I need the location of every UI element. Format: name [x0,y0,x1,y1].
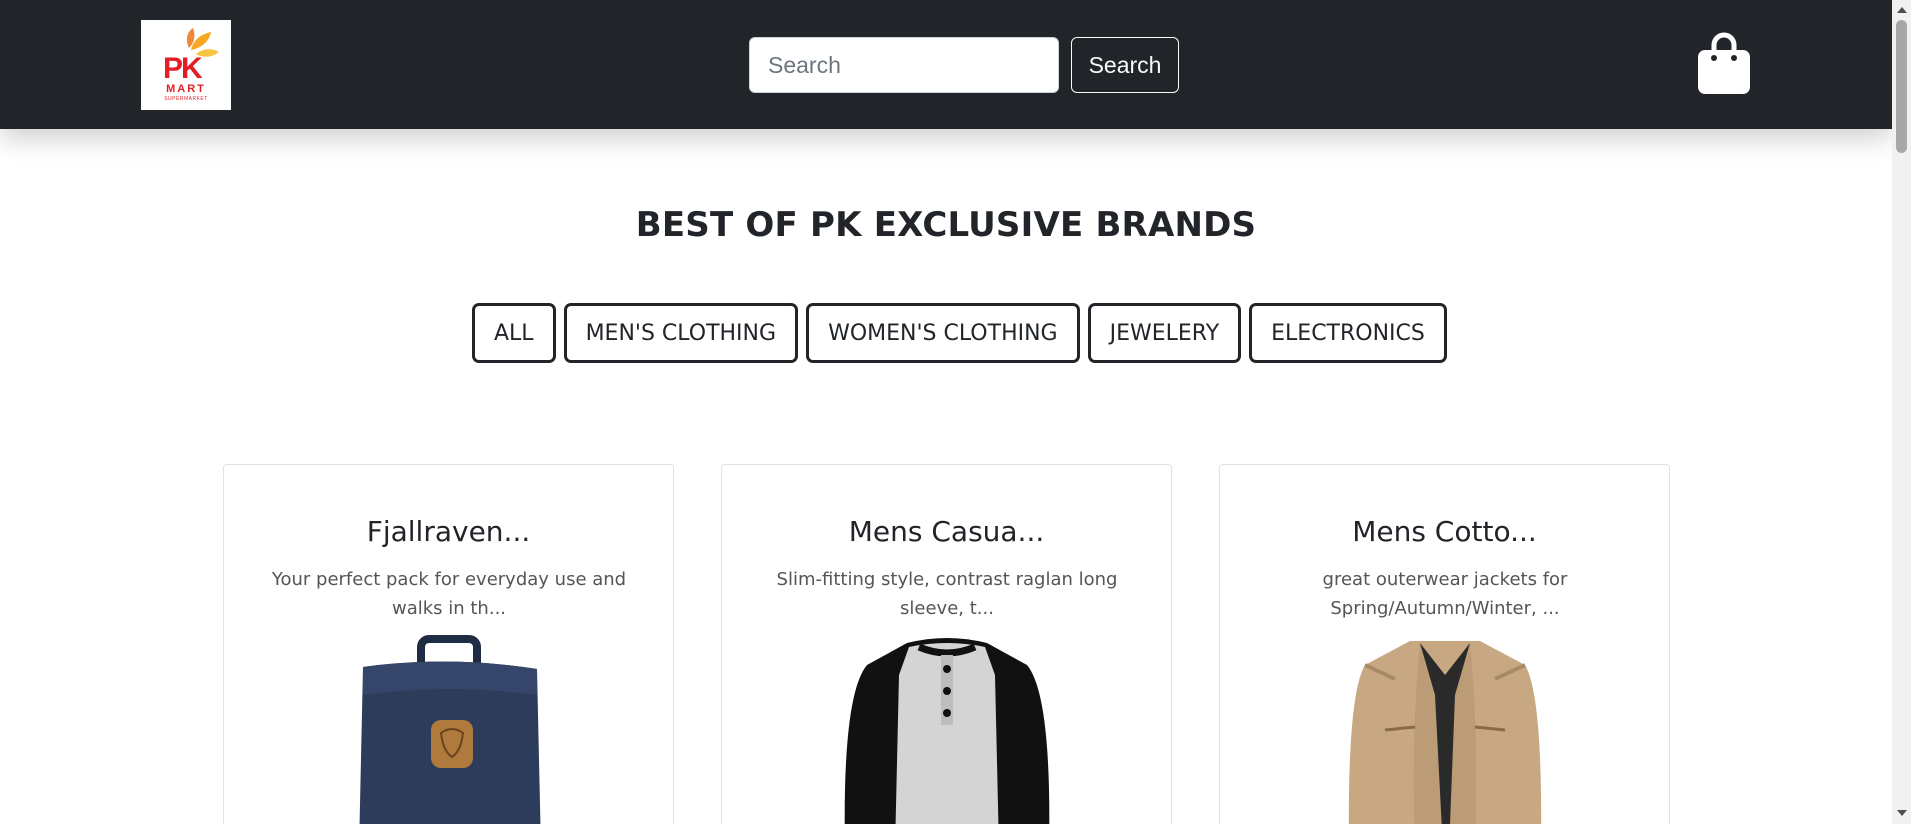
svg-text:P: P [163,52,183,85]
scroll-up-icon[interactable] [1897,7,1907,13]
brand-logo[interactable]: P K MART SUPERMARKET [141,20,231,110]
pk-mart-logo-icon: P K MART SUPERMARKET [163,28,219,102]
product-description: great outerwear jackets for Spring/Autum… [1322,569,1568,619]
filter-jewelery-button[interactable]: JEWELERY [1087,303,1242,363]
product-title: Mens Casua... [848,515,1045,548]
filter-electronics-button[interactable]: ELECTRONICS [1249,303,1447,363]
filter-mens-clothing-button[interactable]: MEN'S CLOTHING [563,303,799,363]
page-title: BEST OF PK EXCLUSIVE BRANDS [635,205,1257,245]
backpack-image [359,635,541,824]
page-scrollbar[interactable] [1892,0,1911,824]
product-description: Your perfect pack for everyday use and w… [271,569,627,619]
scroll-thumb[interactable] [1896,20,1907,153]
cotton-jacket-image [1348,641,1542,824]
search-input[interactable] [749,37,1059,93]
filter-all-button[interactable]: ALL [472,303,556,363]
product-card[interactable]: Mens Casua... Slim-fitting style, contra… [721,464,1172,824]
search-button[interactable]: Search [1071,37,1179,93]
shopping-bag-icon [1698,32,1750,94]
product-card[interactable]: Mens Cotto... great outerwear jackets fo… [1219,464,1670,824]
category-filters: ALL MEN'S CLOTHING WOMEN'S CLOTHING JEWE… [472,303,1447,363]
product-description: Slim-fitting style, contrast raglan long… [776,569,1118,619]
scroll-down-icon[interactable] [1897,810,1907,816]
raglan-shirt-image [844,638,1050,824]
product-card[interactable]: Fjallraven... Your perfect pack for ever… [223,464,674,824]
cart-button[interactable] [1697,32,1751,96]
product-title: Mens Cotto... [1352,515,1537,548]
product-title: Fjallraven... [366,515,531,548]
svg-text:MART: MART [166,83,206,95]
filter-womens-clothing-button[interactable]: WOMEN'S CLOTHING [806,303,1080,363]
svg-text:SUPERMARKET: SUPERMARKET [164,96,208,102]
svg-text:K: K [181,52,203,85]
navbar: P K MART SUPERMARKET Search [0,0,1892,129]
